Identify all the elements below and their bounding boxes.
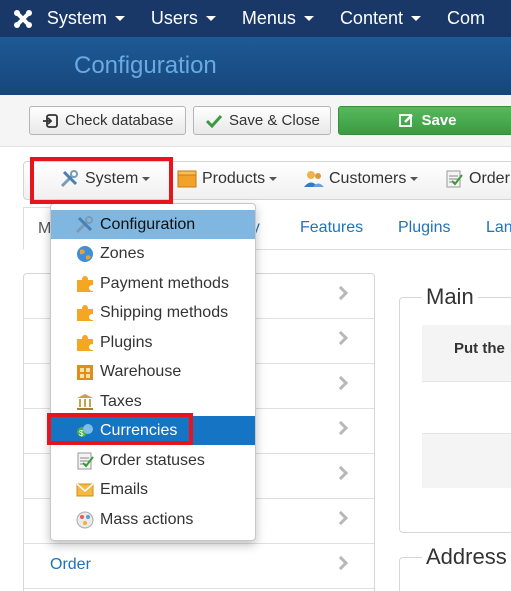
highlight-box-system: [30, 157, 173, 204]
list-item-label: Order: [50, 556, 91, 573]
tab-main[interactable]: M: [23, 207, 53, 250]
tab-languages[interactable]: Lan: [486, 219, 511, 237]
dropdown-item-label: Plugins: [100, 333, 153, 351]
menu-orders[interactable]: Order: [444, 170, 510, 188]
dropdown-item-zones[interactable]: Zones: [51, 239, 255, 268]
tab-features-label: Features: [300, 219, 364, 236]
save-close-button[interactable]: Save & Close: [193, 106, 331, 135]
address-fieldset: Address: [399, 544, 511, 591]
topnav-users-label: Users: [150, 8, 198, 28]
bank-icon: [75, 392, 95, 412]
check-database-label: Check database: [65, 112, 174, 129]
tab-features[interactable]: Features: [300, 219, 363, 237]
joomla-logo-icon[interactable]: [0, 0, 47, 37]
toolbar: Check database Save & Close Save: [0, 95, 511, 147]
chevron-down-icon: [114, 16, 125, 21]
topnav-system[interactable]: System: [47, 8, 135, 29]
puzzle-icon: [75, 303, 95, 323]
table-row: [422, 434, 511, 488]
box-icon: [177, 170, 197, 188]
main-table-header: Put the: [422, 325, 511, 382]
menu-customers-label: Customers: [329, 170, 407, 187]
main-legend: Main: [422, 284, 478, 310]
save-label: Save: [421, 112, 457, 129]
chevron-down-icon: [205, 16, 216, 21]
main-table-header-label: Put the: [454, 340, 505, 357]
dropdown-item-label: Order statuses: [100, 451, 205, 469]
dropdown-item-order-statuses[interactable]: Order statuses: [51, 446, 255, 475]
dropdown-item-label: Payment methods: [100, 274, 229, 292]
topnav-menus-label: Menus: [241, 8, 296, 28]
dropdown-item-label: Zones: [100, 244, 145, 262]
chevron-right-icon: [333, 285, 349, 301]
topnav-content-label: Content: [339, 8, 403, 28]
topnav-system-label: System: [46, 8, 107, 28]
chevron-right-icon: [333, 510, 349, 526]
menu-products[interactable]: Products: [177, 170, 278, 188]
dropdown-item-payment-methods[interactable]: Payment methods: [51, 269, 255, 298]
highlight-box-currencies: [47, 413, 193, 445]
dropdown-item-emails[interactable]: Emails: [51, 475, 255, 504]
page-title: Configuration: [74, 52, 217, 79]
dropdown-item-label: Shipping methods: [100, 303, 229, 321]
tab-languages-label: Lan: [486, 219, 511, 236]
menu-products-label: Products: [202, 170, 266, 187]
chevron-right-icon: [333, 330, 349, 346]
save-button[interactable]: Save: [338, 106, 511, 135]
page: System Users Menus Content Com Configura…: [0, 0, 511, 591]
tab-plugins-label: Plugins: [398, 219, 451, 236]
checkmark-icon: [206, 114, 222, 128]
edit-icon: [399, 113, 414, 128]
puzzle-icon: [75, 333, 95, 353]
dropdown-item-warehouse[interactable]: Warehouse: [51, 357, 255, 386]
list-item-order[interactable]: Order: [24, 544, 374, 589]
system-dropdown-menu: Configuration Zones Payment methods Ship…: [50, 203, 256, 541]
topnav-content[interactable]: Content: [340, 8, 431, 29]
menu-customers[interactable]: Customers: [304, 170, 419, 188]
top-navbar: System Users Menus Content Com: [0, 0, 511, 37]
main-fieldset: Main Put the: [399, 284, 511, 533]
check-database-button[interactable]: Check database: [29, 106, 186, 135]
dropdown-item-label: Emails: [100, 480, 149, 498]
dropdown-item-configuration[interactable]: Configuration: [51, 210, 255, 239]
email-icon: [75, 480, 95, 500]
dropdown-item-taxes[interactable]: Taxes: [51, 387, 255, 416]
sign-in-icon: [42, 113, 58, 128]
warehouse-icon: [75, 362, 95, 382]
chevron-right-icon: [333, 555, 349, 571]
dropdown-item-label: Taxes: [100, 392, 142, 410]
tools-icon: [75, 215, 95, 235]
topnav-components[interactable]: Com: [447, 8, 495, 29]
chevron-down-icon: [269, 177, 278, 181]
order-icon: [444, 170, 464, 188]
chevron-right-icon: [333, 420, 349, 436]
dropdown-item-label: Mass actions: [100, 510, 194, 528]
dropdown-item-shipping-methods[interactable]: Shipping methods: [51, 298, 255, 327]
topnav-users[interactable]: Users: [151, 8, 226, 29]
main-table: Put the: [422, 325, 511, 488]
customers-icon: [304, 170, 324, 188]
mass-actions-icon: [75, 510, 95, 530]
topnav-components-label: Com: [446, 8, 485, 28]
globe-icon: [75, 244, 95, 264]
dropdown-item-label: Warehouse: [100, 362, 182, 380]
tab-plugins[interactable]: Plugins: [398, 219, 450, 237]
chevron-down-icon: [410, 177, 419, 181]
chevron-down-icon: [410, 16, 421, 21]
dropdown-item-label: Configuration: [100, 215, 196, 233]
chevron-right-icon: [333, 375, 349, 391]
chevron-down-icon: [303, 16, 314, 21]
topnav-menus[interactable]: Menus: [242, 8, 324, 29]
page-header: Configuration: [0, 37, 511, 95]
address-legend: Address: [422, 544, 511, 570]
table-row: [422, 382, 511, 434]
dropdown-item-mass-actions[interactable]: Mass actions: [51, 505, 255, 534]
menu-orders-label: Order: [469, 170, 510, 187]
puzzle-icon: [75, 274, 95, 294]
dropdown-item-plugins[interactable]: Plugins: [51, 328, 255, 357]
save-close-label: Save & Close: [229, 112, 320, 129]
chevron-right-icon: [333, 465, 349, 481]
checklist-icon: [75, 451, 95, 471]
